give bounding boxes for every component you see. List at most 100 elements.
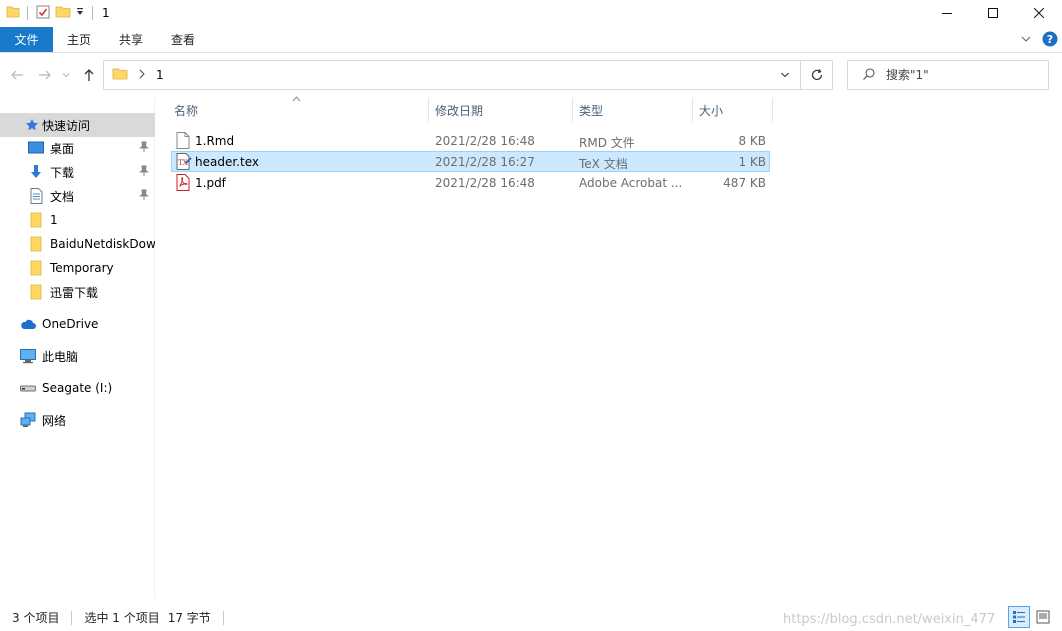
file-type: Adobe Acrobat ... xyxy=(579,176,683,190)
sidebar-item-label: 文档 xyxy=(50,189,75,204)
forward-button[interactable] xyxy=(36,66,54,84)
sidebar-item-folder-1[interactable]: 1 xyxy=(0,208,155,232)
sidebar-item-xunlei-downloads[interactable]: 迅雷下载 xyxy=(0,280,155,304)
breadcrumb-separator-icon[interactable] xyxy=(138,68,146,82)
sidebar-item-downloads[interactable]: 下载 xyxy=(0,160,155,184)
download-arrow-icon xyxy=(28,164,44,180)
new-folder-icon[interactable] xyxy=(55,4,71,23)
tab-share[interactable]: 共享 xyxy=(105,27,157,52)
svg-text:?: ? xyxy=(1047,33,1053,46)
minimize-button[interactable] xyxy=(924,0,970,26)
tab-view[interactable]: 查看 xyxy=(157,27,209,52)
status-bar: 3 个项目 选中 1 个项目 17 字节 https://blog.csdn.n… xyxy=(0,604,1062,631)
folder-icon xyxy=(28,236,44,252)
large-icons-view-button[interactable] xyxy=(1032,606,1054,628)
search-box[interactable] xyxy=(847,60,1049,90)
separator xyxy=(92,6,93,20)
sidebar-item-label: 1 xyxy=(50,213,58,227)
sidebar-item-label: 快速访问 xyxy=(42,118,91,133)
details-view-button[interactable] xyxy=(1008,606,1030,628)
address-history-button[interactable] xyxy=(770,61,800,89)
column-header-size[interactable]: 大小 xyxy=(693,98,773,123)
sidebar-item-label: 网络 xyxy=(42,413,67,428)
sidebar-item-desktop[interactable]: 桌面 xyxy=(0,136,155,160)
window-controls xyxy=(924,0,1062,26)
separator xyxy=(222,610,224,625)
folder-icon xyxy=(112,66,128,85)
pdf-icon xyxy=(176,174,190,194)
star-icon xyxy=(24,117,40,133)
file-size: 1 KB xyxy=(738,155,766,169)
file-type: RMD 文件 xyxy=(579,136,635,150)
sidebar-item-onedrive[interactable]: OneDrive xyxy=(0,312,155,336)
customize-toolbar-icon[interactable] xyxy=(75,6,85,20)
file-row[interactable]: 1.pdf 2021/2/28 16:48 Adobe Acrobat ... … xyxy=(171,172,770,193)
recent-locations-button[interactable] xyxy=(60,66,72,84)
navigation-pane: 快速访问 桌面 下载 文档 1 BaiduNetdiskDow Temporar… xyxy=(0,98,155,598)
help-icon[interactable]: ? xyxy=(1042,31,1058,50)
folder-icon xyxy=(28,284,44,300)
selection-count: 选中 1 个项目 xyxy=(84,611,160,625)
folder-icon xyxy=(28,212,44,228)
up-arrow-icon xyxy=(84,69,94,81)
file-modified: 2021/2/28 16:27 xyxy=(435,155,535,169)
large-icons-view-icon xyxy=(1036,610,1050,624)
quick-access-toolbar xyxy=(0,0,96,26)
file-row[interactable]: TX header.tex 2021/2/28 16:27 TeX 文档 1 K… xyxy=(171,151,770,172)
pin-icon[interactable] xyxy=(139,165,149,180)
item-count: 3 个项目 xyxy=(12,611,60,625)
chevron-down-icon xyxy=(62,73,70,78)
file-row[interactable]: 1.Rmd 2021/2/28 16:48 RMD 文件 8 KB xyxy=(171,130,770,151)
back-button[interactable] xyxy=(8,66,26,84)
forward-arrow-icon xyxy=(39,70,51,80)
sidebar-item-temporary[interactable]: Temporary xyxy=(0,256,155,280)
navigation-row: 1 xyxy=(0,58,1062,91)
breadcrumb-item[interactable]: 1 xyxy=(156,68,164,82)
ribbon-right-controls: ? xyxy=(1020,31,1058,50)
search-input[interactable] xyxy=(886,68,1036,82)
sidebar-item-label: BaiduNetdiskDow xyxy=(50,237,155,251)
close-button[interactable] xyxy=(1016,0,1062,26)
view-switcher xyxy=(1008,606,1054,628)
pin-icon[interactable] xyxy=(139,189,149,204)
sidebar-item-baidunetdisk[interactable]: BaiduNetdiskDow xyxy=(0,232,155,256)
document-icon xyxy=(28,188,44,204)
file-modified: 2021/2/28 16:48 xyxy=(435,134,535,148)
search-icon xyxy=(862,67,876,84)
ribbon-tabs: 文件 主页 共享 查看 ? xyxy=(0,27,1062,53)
sidebar-item-label: Seagate (I:) xyxy=(42,381,113,395)
column-header-modified[interactable]: 修改日期 xyxy=(429,98,573,123)
expand-ribbon-icon[interactable] xyxy=(1020,33,1032,48)
chevron-down-icon xyxy=(781,72,789,78)
maximize-button[interactable] xyxy=(970,0,1016,26)
address-bar[interactable]: 1 xyxy=(103,60,801,90)
cloud-icon xyxy=(20,316,36,332)
window-title: 1 xyxy=(102,6,110,20)
sidebar-item-label: OneDrive xyxy=(42,317,99,331)
properties-icon[interactable] xyxy=(35,4,51,23)
sidebar-item-label: 桌面 xyxy=(50,141,75,156)
breadcrumb: 1 xyxy=(112,66,164,85)
pin-icon[interactable] xyxy=(139,141,149,156)
sidebar-item-documents[interactable]: 文档 xyxy=(0,184,155,208)
tab-home[interactable]: 主页 xyxy=(53,27,105,52)
separator xyxy=(27,6,28,20)
folder-icon xyxy=(28,260,44,276)
up-button[interactable] xyxy=(80,66,98,84)
sidebar-item-label: 下载 xyxy=(50,165,75,180)
refresh-button[interactable] xyxy=(801,60,833,90)
sidebar-item-label: Temporary xyxy=(50,261,114,275)
sidebar-item-network[interactable]: 网络 xyxy=(0,408,155,432)
details-view-icon xyxy=(1013,611,1025,623)
column-header-name[interactable]: 名称 xyxy=(168,98,429,123)
column-header-type[interactable]: 类型 xyxy=(573,98,693,123)
tab-file[interactable]: 文件 xyxy=(0,27,53,52)
title-bar: 1 xyxy=(0,0,1062,26)
sidebar-item-this-pc[interactable]: 此电脑 xyxy=(0,344,155,368)
computer-icon xyxy=(20,348,36,364)
folder-icon xyxy=(6,5,20,22)
sidebar-item-quick-access[interactable]: 快速访问 xyxy=(0,113,155,137)
network-icon xyxy=(20,412,36,428)
sidebar-item-seagate-drive[interactable]: Seagate (I:) xyxy=(0,376,155,400)
document-icon xyxy=(176,132,190,152)
